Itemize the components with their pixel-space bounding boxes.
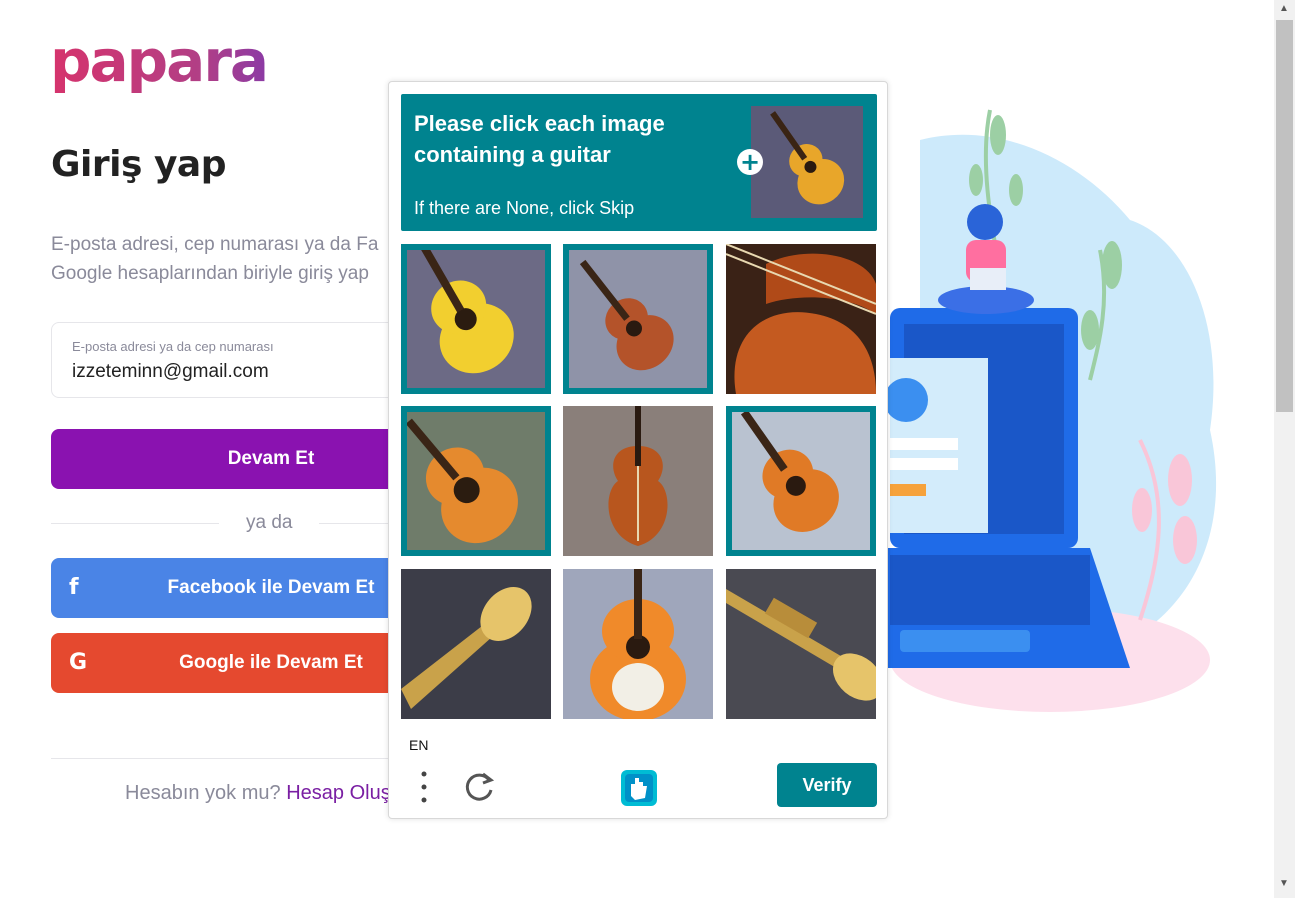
captcha-tile-8[interactable] xyxy=(563,569,713,719)
papara-logo: papara xyxy=(50,27,269,95)
captcha-tile-5[interactable] xyxy=(563,406,713,556)
violin-closeup-image xyxy=(726,244,876,394)
captcha-tile-6[interactable] xyxy=(726,406,876,556)
scrollbar-thumb[interactable] xyxy=(1276,20,1293,412)
verify-button[interactable]: Verify xyxy=(777,763,877,807)
captcha-prompt: Please click each image containing a gui… xyxy=(414,111,665,167)
page-title: Giriş yap xyxy=(51,144,226,185)
captcha-tile-4[interactable] xyxy=(401,406,551,556)
captcha-tile-2[interactable] xyxy=(563,244,713,394)
description-line: Google hesaplarından biriyle giriş yap xyxy=(51,263,369,284)
orange-white-guitar-image xyxy=(563,569,713,719)
google-login-label: Google ile Devam Et xyxy=(179,652,363,673)
expand-example-icon[interactable]: + xyxy=(737,149,763,175)
language-selector[interactable]: EN xyxy=(409,737,428,753)
trumpet-bell-image xyxy=(401,569,551,719)
hcaptcha-logo-icon[interactable] xyxy=(617,766,661,810)
login-description: E-posta adresi, cep numarası ya da Fa Go… xyxy=(51,230,391,288)
email-field[interactable]: E-posta adresi ya da cep numarası xyxy=(51,322,411,398)
more-vertical-icon[interactable] xyxy=(417,770,431,806)
google-icon: G xyxy=(69,650,88,675)
signup-link[interactable]: Hesap Oluş xyxy=(286,782,391,804)
facebook-login-label: Facebook ile Devam Et xyxy=(167,577,375,598)
captcha-tile-1[interactable] xyxy=(401,244,551,394)
trumpet-image xyxy=(726,569,876,719)
signup-prompt-text: Hesabın yok mu? xyxy=(125,782,281,804)
signup-prompt: Hesabın yok mu? Hesap Oluş xyxy=(125,782,391,805)
captcha-example-image[interactable] xyxy=(751,106,863,218)
captcha-subprompt: If there are None, click Skip xyxy=(414,198,635,218)
login-illustration xyxy=(880,109,1217,712)
scroll-up-icon[interactable]: ▲ xyxy=(1279,3,1289,14)
captcha-tile-3[interactable] xyxy=(726,244,876,394)
brown-guitar-image xyxy=(569,250,707,388)
violin-image xyxy=(563,406,713,556)
or-label: ya da xyxy=(246,512,293,533)
scroll-down-icon[interactable]: ▼ xyxy=(1279,878,1289,889)
captcha-tile-7[interactable] xyxy=(401,569,551,719)
facebook-icon: f xyxy=(69,575,79,600)
orange-guitar-image-2 xyxy=(732,412,870,550)
example-guitar-image xyxy=(751,106,863,218)
captcha-dialog: Please click each image containing a gui… xyxy=(388,81,888,819)
captcha-header: Please click each image containing a gui… xyxy=(401,94,877,231)
page-scrollbar[interactable]: ▲ ▼ xyxy=(1274,0,1295,898)
yellow-guitar-image xyxy=(407,250,545,388)
captcha-tile-9[interactable] xyxy=(726,569,876,719)
refresh-icon[interactable] xyxy=(463,768,495,804)
divider-line xyxy=(51,523,219,524)
email-field-label: E-posta adresi ya da cep numarası xyxy=(72,339,274,354)
description-line: E-posta adresi, cep numarası ya da Fa xyxy=(51,234,379,255)
orange-guitar-image xyxy=(407,412,545,550)
email-input[interactable] xyxy=(72,361,382,383)
